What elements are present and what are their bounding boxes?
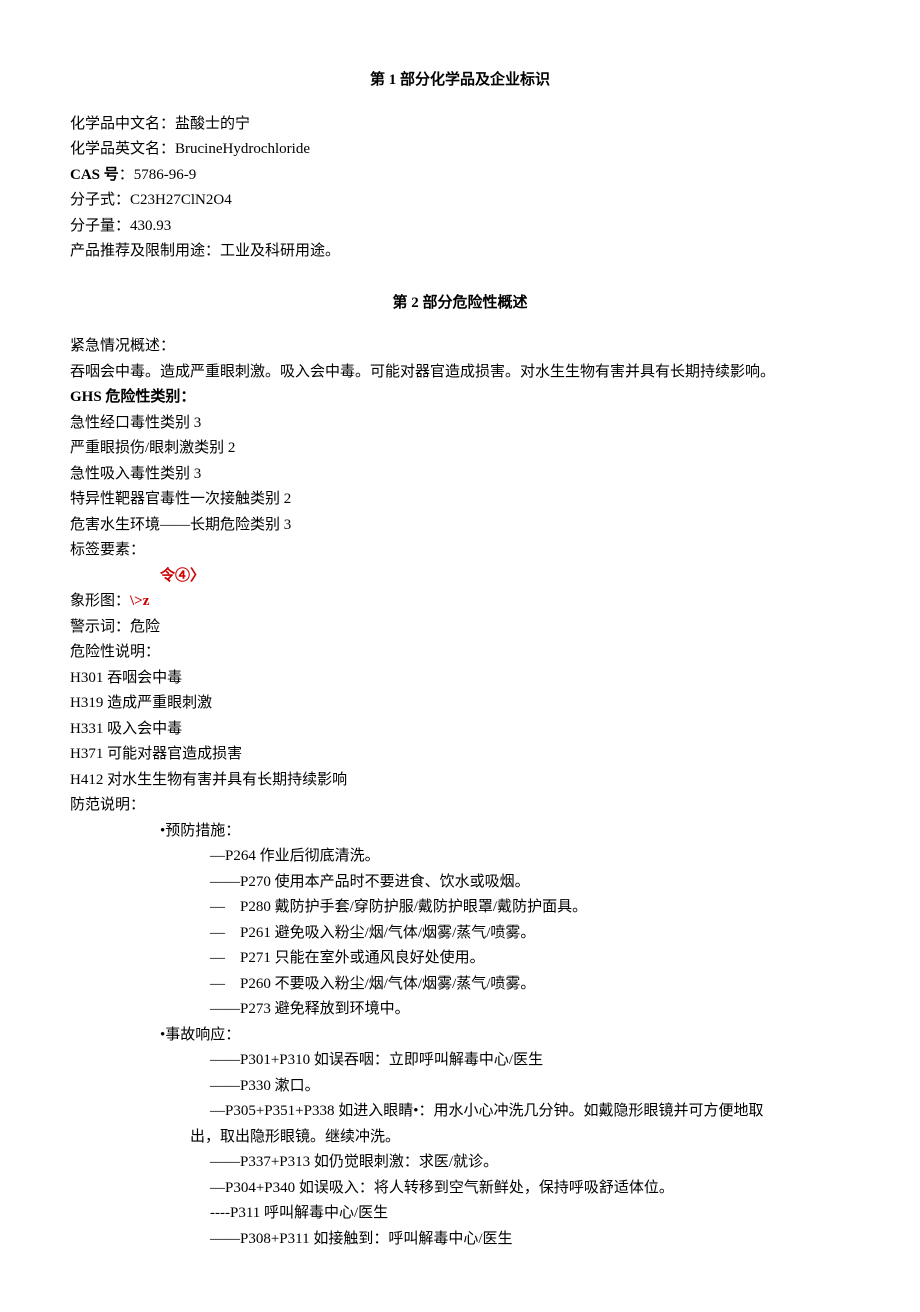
section-2-body: 紧急情况概述： 吞咽会中毒。造成严重眼刺激。吸入会中毒。可能对器官造成损害。对水… bbox=[70, 334, 850, 1252]
ghs-label: GHS 危险性类别： bbox=[70, 385, 850, 411]
emergency-text: 吞咽会中毒。造成严重眼刺激。吸入会中毒。可能对器官造成损害。对水生生物有害并具有… bbox=[70, 360, 850, 386]
section-1-title: 第 1 部分化学品及企业标识 bbox=[70, 68, 850, 94]
response-item: —P304+P340 如误吸入：将人转移到空气新鲜处，保持呼吸舒适体位。 bbox=[70, 1176, 850, 1202]
prevention-item: ——P273 避免释放到环境中。 bbox=[70, 997, 850, 1023]
mw-line: 分子量：430.93 bbox=[70, 214, 850, 240]
response-item: —P305+P351+P338 如进入眼睛•：用水小心冲洗几分钟。如戴隐形眼镜并… bbox=[70, 1099, 850, 1125]
response-item: ——P308+P311 如接触到：呼叫解毒中心/医生 bbox=[70, 1227, 850, 1253]
cas-label: CAS 号 bbox=[70, 167, 119, 183]
section-1-body: 化学品中文名：盐酸士的宁 化学品英文名：BrucineHydrochloride… bbox=[70, 112, 850, 265]
signal-line: 警示词：危险 bbox=[70, 615, 850, 641]
hazard-item: H412 对水生生物有害并具有长期持续影响 bbox=[70, 768, 850, 794]
en-name-line: 化学品英文名：BrucineHydrochloride bbox=[70, 137, 850, 163]
mw-label: 分子量： bbox=[70, 218, 130, 234]
ghs-item: 急性吸入毒性类别 3 bbox=[70, 462, 850, 488]
ghs-item: 危害水生环境——长期危险类别 3 bbox=[70, 513, 850, 539]
prevention-item: — P260 不要吸入粉尘/烟/气体/烟雾/蒸气/喷雾。 bbox=[70, 972, 850, 998]
hazard-item: H319 造成严重眼刺激 bbox=[70, 691, 850, 717]
cn-name-line: 化学品中文名：盐酸士的宁 bbox=[70, 112, 850, 138]
formula-label: 分子式： bbox=[70, 192, 130, 208]
use-value: 工业及科研用途。 bbox=[220, 243, 340, 259]
pictogram-value: \>z bbox=[130, 593, 149, 609]
emergency-label: 紧急情况概述： bbox=[70, 334, 850, 360]
cn-name-label: 化学品中文名： bbox=[70, 116, 175, 132]
mw-value: 430.93 bbox=[130, 218, 171, 234]
signal-value: 危险 bbox=[130, 619, 160, 635]
response-item: ----P311 呼叫解毒中心/医生 bbox=[70, 1201, 850, 1227]
prevention-item: — P271 只能在室外或通风良好处使用。 bbox=[70, 946, 850, 972]
hazard-item: H371 可能对器官造成损害 bbox=[70, 742, 850, 768]
cn-name: 盐酸士的宁 bbox=[175, 116, 250, 132]
pictogram-top: 令④〉 bbox=[70, 564, 850, 590]
formula-line: 分子式：C23H27ClN2O4 bbox=[70, 188, 850, 214]
en-name: BrucineHydrochloride bbox=[175, 141, 310, 157]
response-item-cont: 出，取出隐形眼镜。继续冲洗。 bbox=[70, 1125, 850, 1151]
pictogram-line: 象形图：\>z bbox=[70, 589, 850, 615]
formula-value: C23H27ClN2O4 bbox=[130, 192, 232, 208]
prevention-item: —P264 作业后彻底清洗。 bbox=[70, 844, 850, 870]
cas-sep: ： bbox=[119, 167, 134, 183]
response-item: ——P301+P310 如误吞咽：立即呼叫解毒中心/医生 bbox=[70, 1048, 850, 1074]
pictogram-top-text: 令④〉 bbox=[160, 568, 205, 584]
hazard-item: H331 吸入会中毒 bbox=[70, 717, 850, 743]
response-label: •事故响应： bbox=[70, 1023, 850, 1049]
label-elements: 标签要素： bbox=[70, 538, 850, 564]
response-item: ——P337+P313 如仍觉眼刺激：求医/就诊。 bbox=[70, 1150, 850, 1176]
hazard-item: H301 吞咽会中毒 bbox=[70, 666, 850, 692]
prevention-item: — P261 避免吸入粉尘/烟/气体/烟雾/蒸气/喷雾。 bbox=[70, 921, 850, 947]
prevention-item: — P280 戴防护手套/穿防护服/戴防护眼罩/戴防护面具。 bbox=[70, 895, 850, 921]
section-2-title: 第 2 部分危险性概述 bbox=[70, 291, 850, 317]
response-item: ——P330 漱口。 bbox=[70, 1074, 850, 1100]
use-line: 产品推荐及限制用途：工业及科研用途。 bbox=[70, 239, 850, 265]
signal-label: 警示词： bbox=[70, 619, 130, 635]
use-label: 产品推荐及限制用途： bbox=[70, 243, 220, 259]
pictogram-label: 象形图： bbox=[70, 593, 130, 609]
precaution-label: 防范说明： bbox=[70, 793, 850, 819]
ghs-item: 严重眼损伤/眼刺激类别 2 bbox=[70, 436, 850, 462]
cas-value: 5786-96-9 bbox=[134, 167, 197, 183]
prevention-item: ——P270 使用本产品时不要进食、饮水或吸烟。 bbox=[70, 870, 850, 896]
ghs-item: 急性经口毒性类别 3 bbox=[70, 411, 850, 437]
hazard-label: 危险性说明： bbox=[70, 640, 850, 666]
ghs-item: 特异性靶器官毒性一次接触类别 2 bbox=[70, 487, 850, 513]
prevention-label: •预防措施： bbox=[70, 819, 850, 845]
en-name-label: 化学品英文名： bbox=[70, 141, 175, 157]
cas-line: CAS 号：5786-96-9 bbox=[70, 163, 850, 189]
